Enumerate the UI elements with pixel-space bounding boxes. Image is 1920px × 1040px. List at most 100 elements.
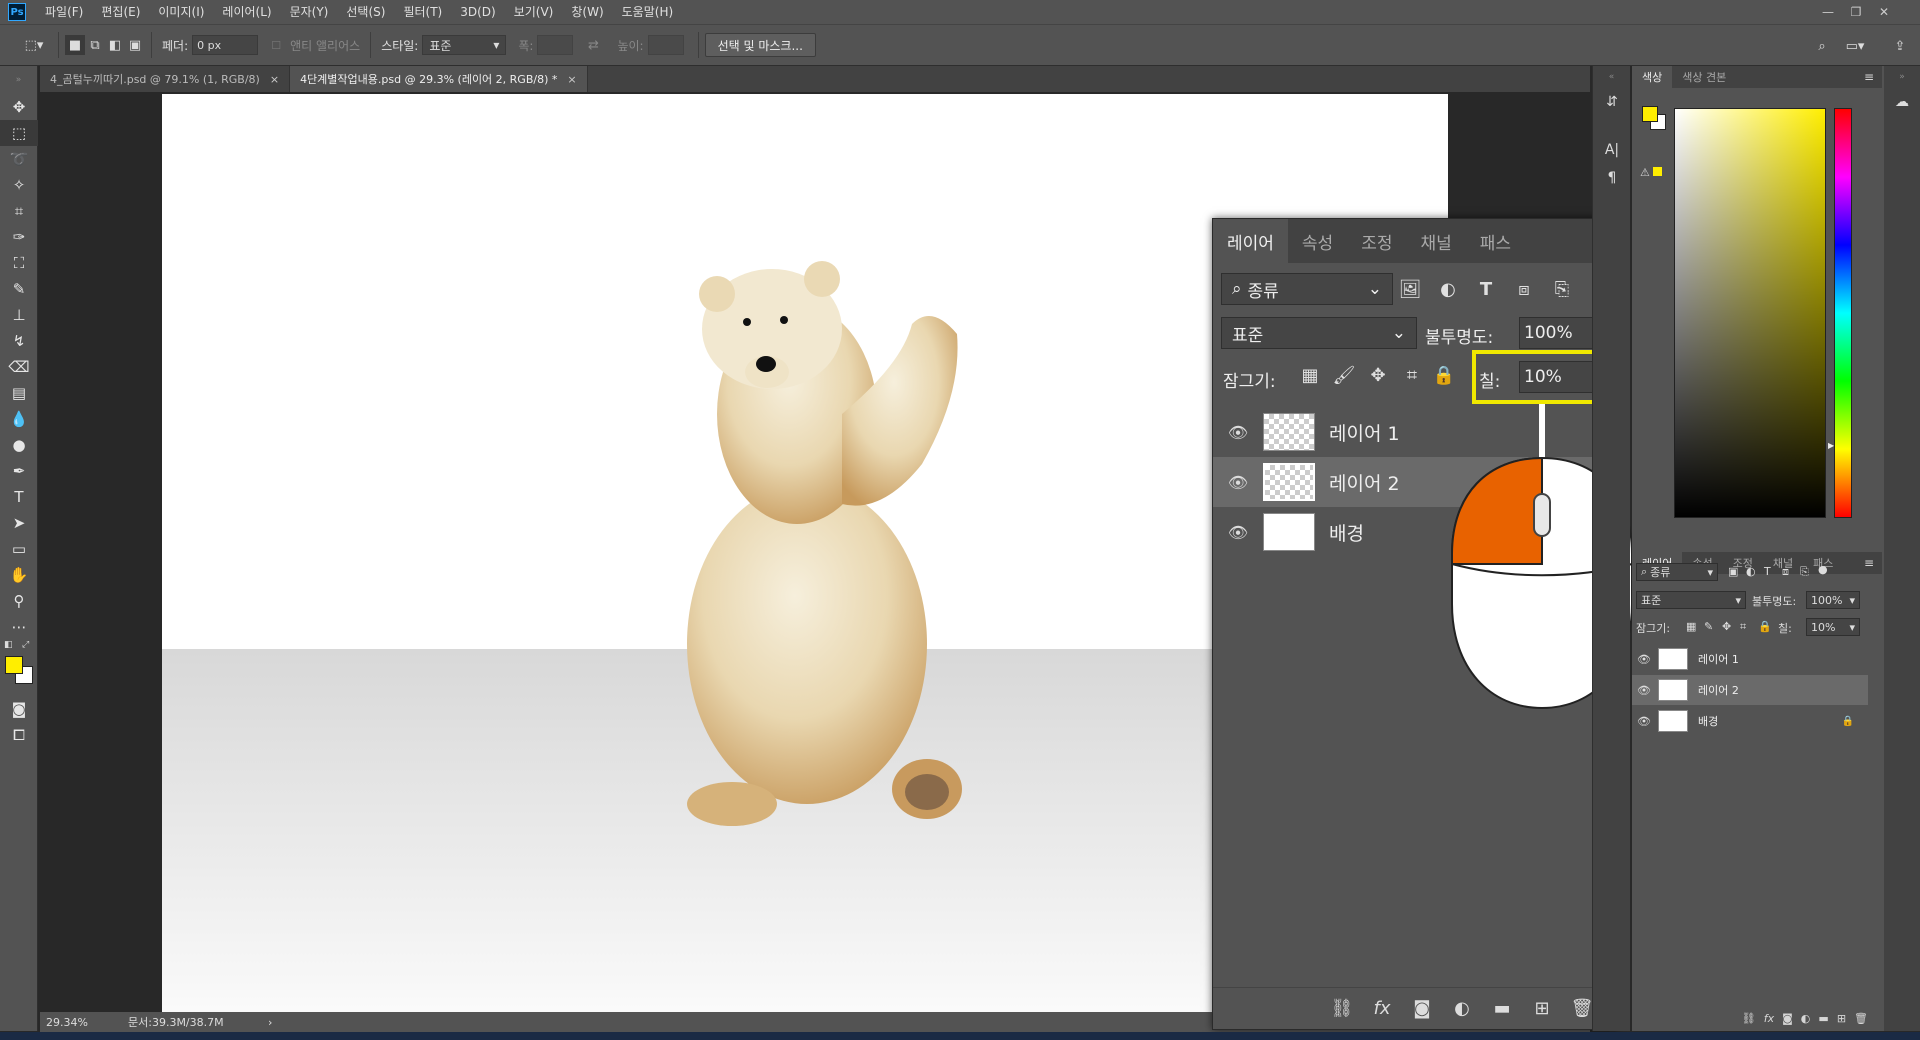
color-picker-field[interactable]	[1674, 108, 1826, 518]
type-tool-icon[interactable]: T	[0, 484, 38, 510]
visibility-eye-icon[interactable]: 👁	[1632, 684, 1656, 697]
color-swatches[interactable]: ◧ ⤢	[0, 640, 38, 696]
panel-menu-icon[interactable]: ≡	[1864, 556, 1874, 570]
lock-position-icon[interactable]: ✥	[1363, 360, 1393, 390]
add-mask-icon[interactable]: ◙	[1782, 1012, 1793, 1025]
filter-smart-object-icon[interactable]: ⎘	[1547, 274, 1577, 304]
lock-paint-icon[interactable]: ✎	[1704, 620, 1713, 633]
add-selection-icon[interactable]: ⧉	[85, 35, 105, 55]
paragraph-panel-icon[interactable]: ¶	[1593, 164, 1631, 192]
filter-toggle-icon[interactable]: ●	[1818, 563, 1828, 576]
filter-adjustment-icon[interactable]: ◐	[1746, 565, 1756, 578]
gamut-warning-icon[interactable]: ⚠	[1640, 166, 1662, 179]
select-and-mask-button[interactable]: 선택 및 마스크...	[704, 33, 816, 57]
foreground-color-swatch[interactable]	[1642, 106, 1658, 122]
visibility-eye-icon[interactable]: 👁	[1632, 715, 1656, 728]
close-tab-icon[interactable]: ×	[567, 73, 576, 86]
minimize-icon[interactable]: —	[1815, 0, 1841, 24]
style-select[interactable]: 표준 ▾	[422, 35, 507, 55]
menu-3d[interactable]: 3D(D)	[451, 0, 504, 24]
layer-row-background[interactable]: 👁 배경 🔒	[1632, 706, 1868, 736]
move-tool-icon[interactable]: ✥	[0, 94, 38, 120]
panel-menu-icon[interactable]: ≡	[1864, 70, 1874, 84]
layer-filter-select[interactable]: ⌕ 종류 ▾	[1636, 563, 1718, 581]
new-selection-icon[interactable]: ■	[65, 35, 85, 55]
menu-image[interactable]: 이미지(I)	[149, 0, 213, 24]
gradient-tool-icon[interactable]: ▤	[0, 380, 38, 406]
close-tab-icon[interactable]: ×	[270, 73, 279, 86]
default-colors-icon[interactable]: ◧	[4, 640, 13, 650]
more-tools-icon[interactable]: ⋯	[0, 614, 38, 640]
layer-style-icon[interactable]: fx	[1369, 998, 1395, 1019]
intersect-selection-icon[interactable]: ▣	[125, 35, 145, 55]
foreground-color-swatch[interactable]	[5, 656, 23, 674]
height-input[interactable]	[647, 35, 684, 55]
zoom-tool-icon[interactable]: ⚲	[0, 588, 38, 614]
libraries-panel-icon[interactable]: ☁	[1884, 88, 1920, 116]
layer-style-icon[interactable]: fx	[1764, 1012, 1774, 1025]
hue-slider[interactable]	[1834, 108, 1852, 518]
tab-properties[interactable]: 속성	[1288, 219, 1347, 263]
lock-position-icon[interactable]: ✥	[1722, 620, 1731, 633]
lock-artboard-icon[interactable]: ⌗	[1397, 360, 1427, 390]
status-arrow-icon[interactable]: ›	[268, 1016, 272, 1029]
visibility-eye-icon[interactable]: 👁	[1213, 473, 1263, 492]
menu-help[interactable]: 도움말(H)	[613, 0, 683, 24]
antialias-checkbox[interactable]: ☐	[266, 35, 286, 55]
menu-filter[interactable]: 필터(T)	[394, 0, 451, 24]
tab-document-2[interactable]: 4단계별작업내용.psd @ 29.3% (레이어 2, RGB/8) * ×	[290, 66, 588, 92]
filter-smart-object-icon[interactable]: ⎘	[1800, 565, 1809, 579]
tab-swatches[interactable]: 색상 견본	[1672, 66, 1736, 88]
tab-paths[interactable]: 패스	[1466, 219, 1525, 263]
filter-adjustment-icon[interactable]: ◐	[1433, 274, 1463, 304]
hand-tool-icon[interactable]: ✋	[0, 562, 38, 588]
close-window-icon[interactable]: ✕	[1871, 0, 1897, 24]
crop-tool-icon[interactable]: ⌗	[0, 198, 38, 224]
filter-shape-icon[interactable]: ⧈	[1782, 565, 1789, 579]
character-panel-icon[interactable]: A|	[1593, 136, 1631, 164]
lock-transparent-icon[interactable]: ▦	[1295, 360, 1325, 390]
lock-paint-icon[interactable]: 🖌	[1329, 360, 1359, 390]
dodge-tool-icon[interactable]: ●	[0, 432, 38, 458]
magic-wand-tool-icon[interactable]: ✧	[0, 172, 38, 198]
path-select-tool-icon[interactable]: ➤	[0, 510, 38, 536]
filter-type-icon[interactable]: T	[1471, 274, 1501, 304]
menu-file[interactable]: 파일(F)	[36, 0, 92, 24]
lock-artboard-icon[interactable]: ⌗	[1740, 620, 1746, 634]
marquee-tool-icon[interactable]: ⬚	[0, 120, 38, 146]
lasso-tool-icon[interactable]: ➰	[0, 146, 38, 172]
screen-mode-icon[interactable]: ⧠	[0, 722, 38, 748]
swap-dimensions-icon[interactable]: ⇄	[583, 35, 603, 55]
add-mask-icon[interactable]: ◙	[1409, 998, 1435, 1019]
brush-tool-icon[interactable]: ✎	[0, 276, 38, 302]
hue-marker-icon[interactable]: ▶	[1828, 441, 1834, 450]
layer-row-2[interactable]: 👁 레이어 2	[1632, 675, 1868, 705]
lock-all-icon[interactable]: 🔒	[1429, 360, 1459, 390]
tab-document-1[interactable]: 4_곰털누끼따기.psd @ 79.1% (1, RGB/8) ×	[40, 66, 291, 92]
marquee-preset-icon[interactable]: ⬚▾	[16, 35, 52, 55]
menu-layer[interactable]: 레이어(L)	[213, 0, 280, 24]
menu-select[interactable]: 선택(S)	[337, 0, 394, 24]
tab-channels[interactable]: 채널	[1406, 219, 1465, 263]
adjustment-layer-icon[interactable]: ◐	[1801, 1012, 1811, 1025]
visibility-eye-icon[interactable]: 👁	[1632, 653, 1656, 666]
feather-input[interactable]: 0 px	[192, 35, 259, 55]
expand-dock-icon[interactable]: »	[1884, 66, 1920, 88]
delete-layer-icon[interactable]: 🗑	[1854, 1012, 1868, 1025]
blend-mode-select[interactable]: 표준 ⌄	[1221, 317, 1417, 349]
tab-adjustments[interactable]: 조정	[1347, 219, 1406, 263]
subtract-selection-icon[interactable]: ◧	[105, 35, 125, 55]
tab-layers[interactable]: 레이어	[1213, 219, 1288, 263]
tab-color[interactable]: 색상	[1632, 66, 1673, 88]
menu-window[interactable]: 창(W)	[562, 0, 612, 24]
filter-shape-icon[interactable]: ⧈	[1509, 274, 1539, 304]
width-input[interactable]	[537, 35, 574, 55]
stamp-tool-icon[interactable]: ⊥	[0, 302, 38, 328]
history-brush-icon[interactable]: ↯	[0, 328, 38, 354]
adjustment-layer-icon[interactable]: ◐	[1449, 998, 1475, 1019]
workspace-icon[interactable]: ▭▾	[1840, 36, 1870, 56]
eyedropper-tool-icon[interactable]: ✑	[0, 224, 38, 250]
new-layer-icon[interactable]: ⊞	[1529, 998, 1555, 1019]
link-layers-icon[interactable]: ⛓	[1329, 998, 1355, 1019]
filter-pixel-icon[interactable]: 🖼	[1395, 274, 1425, 304]
